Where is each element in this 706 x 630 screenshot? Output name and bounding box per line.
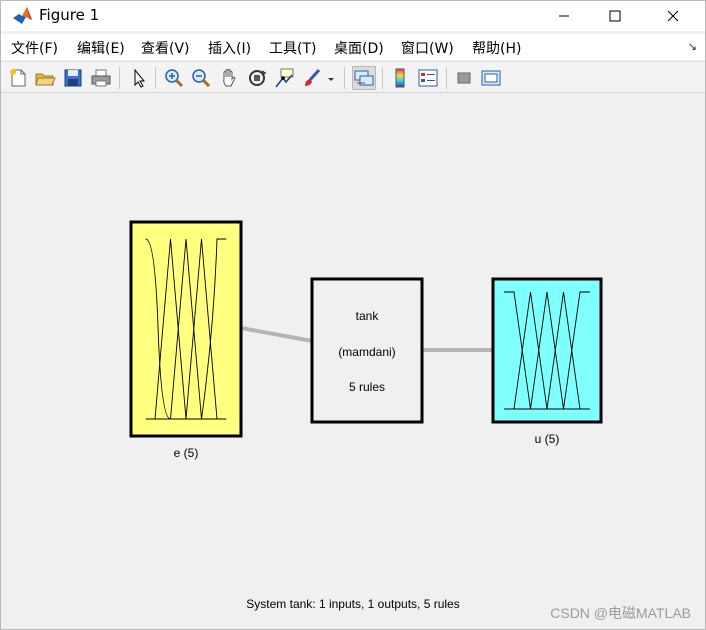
input-variable-block[interactable]	[129, 220, 243, 438]
figure-window: Figure 1 文件(F) 编辑(E) 查看(V) 插入(I) 工具(T) 桌…	[0, 0, 706, 630]
system-type: (mamdani)	[338, 345, 396, 359]
output-variable-block[interactable]	[491, 277, 603, 424]
input-variable-label: e (5)	[173, 446, 199, 460]
input-connector	[240, 326, 313, 343]
system-rules: 5 rules	[348, 380, 386, 394]
watermark: CSDN @电磁MATLAB	[550, 605, 691, 621]
output-variable-label: u (5)	[534, 432, 560, 446]
system-name: tank	[355, 309, 379, 323]
